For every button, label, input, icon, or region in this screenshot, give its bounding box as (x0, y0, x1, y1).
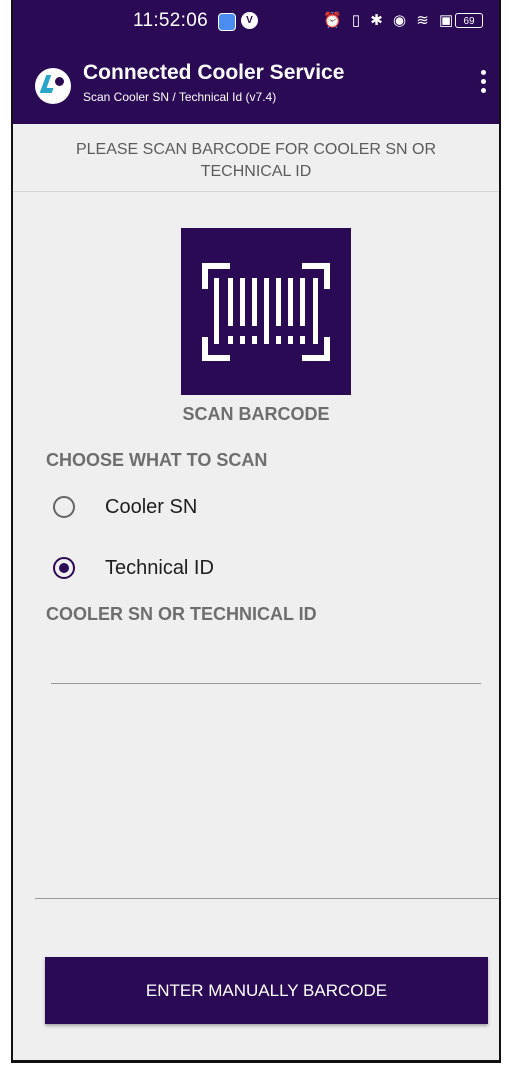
field-label: COOLER SN OR TECHNICAL ID (46, 604, 317, 624)
radio-label: Technical ID (105, 556, 214, 579)
app-subtitle: Scan Cooler SN / Technical Id (v7.4) (83, 90, 277, 104)
radio-label: Cooler SN (105, 495, 198, 518)
scan-barcode-button[interactable] (181, 228, 351, 395)
system-status-icons: ⏰ ▯ ✱ ◉ ≋ ▣ (323, 12, 457, 29)
app-logo-icon (35, 68, 71, 104)
device-screen: 11:52:06 V ⏰ ▯ ✱ ◉ ≋ ▣ 69 Connected Cool… (11, 0, 501, 1063)
app-title: Connected Cooler Service (83, 61, 345, 84)
vpn-notification-icon: V (241, 12, 258, 29)
battery-icon: 69 (455, 13, 483, 28)
status-time: 11:52:06 (133, 10, 208, 31)
radio-technical-id[interactable]: Technical ID (53, 548, 214, 588)
enter-manually-button[interactable]: ENTER MANUALLY BARCODE (45, 957, 488, 1024)
choose-heading: CHOOSE WHAT TO SCAN (46, 450, 268, 470)
radio-button[interactable] (53, 496, 75, 518)
instruction-banner: PLEASE SCAN BARCODE FOR COOLER SN OR TEC… (13, 124, 499, 192)
radio-cooler-sn[interactable]: Cooler SN (53, 487, 197, 527)
more-vertical-icon[interactable] (477, 70, 489, 98)
radio-button-selected[interactable] (53, 557, 75, 579)
barcode-scan-icon (202, 263, 330, 361)
status-bar: 11:52:06 V ⏰ ▯ ✱ ◉ ≋ ▣ 69 (13, 0, 499, 44)
scan-barcode-label: SCAN BARCODE (182, 404, 330, 424)
cooler-sn-input[interactable] (51, 683, 481, 684)
app-notification-icon (218, 13, 236, 31)
app-bar: Connected Cooler Service Scan Cooler SN … (13, 44, 499, 124)
divider (35, 898, 499, 899)
